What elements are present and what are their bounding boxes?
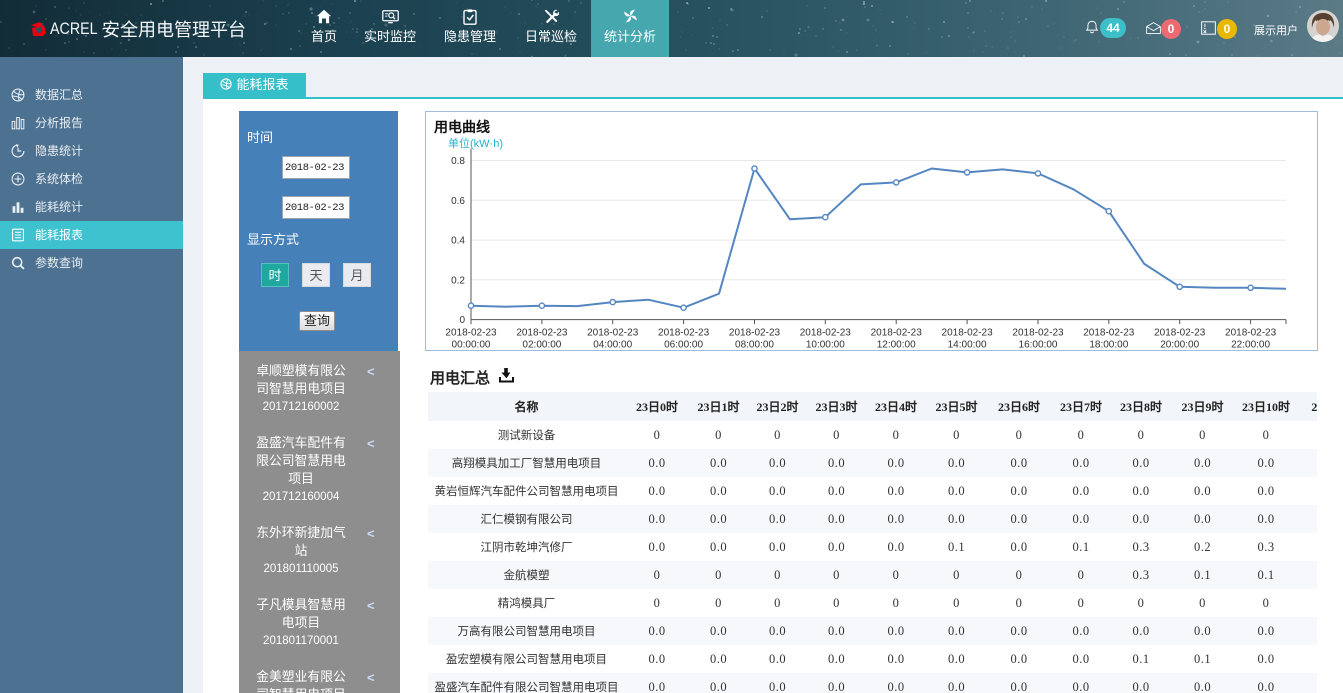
svg-text:16:00:00: 16:00:00 xyxy=(1019,340,1058,350)
svg-text:2018-02-23: 2018-02-23 xyxy=(871,328,923,339)
svg-text:10:00:00: 10:00:00 xyxy=(806,340,845,350)
svg-text:06:00:00: 06:00:00 xyxy=(664,340,703,350)
svg-text:12:00:00: 12:00:00 xyxy=(877,340,916,350)
svg-text:用电曲线: 用电曲线 xyxy=(434,119,490,135)
svg-text:2018-02-23: 2018-02-23 xyxy=(1225,328,1277,339)
svg-text:18:00:00: 18:00:00 xyxy=(1089,340,1128,350)
svg-text:20:00:00: 20:00:00 xyxy=(1160,340,1199,350)
svg-text:0.8: 0.8 xyxy=(451,156,465,167)
svg-text:2018-02-23: 2018-02-23 xyxy=(942,328,994,339)
svg-text:00:00:00: 00:00:00 xyxy=(452,340,491,350)
svg-text:22:00:00: 22:00:00 xyxy=(1231,340,1270,350)
svg-text:2018-02-23: 2018-02-23 xyxy=(587,328,639,339)
svg-text:2018-02-23: 2018-02-23 xyxy=(1154,328,1206,339)
svg-text:0.2: 0.2 xyxy=(451,275,465,286)
svg-text:2018-02-23: 2018-02-23 xyxy=(1083,328,1135,339)
svg-text:单位(kW·h): 单位(kW·h) xyxy=(448,136,503,150)
svg-text:0.6: 0.6 xyxy=(451,196,465,207)
svg-text:2018-02-23: 2018-02-23 xyxy=(1012,328,1064,339)
svg-text:08:00:00: 08:00:00 xyxy=(735,340,774,350)
svg-text:0.4: 0.4 xyxy=(451,236,465,247)
svg-text:2018-02-23: 2018-02-23 xyxy=(516,328,568,339)
svg-text:02:00:00: 02:00:00 xyxy=(522,340,561,350)
svg-text:2018-02-23: 2018-02-23 xyxy=(658,328,710,339)
svg-text:2018-02-23: 2018-02-23 xyxy=(445,328,497,339)
svg-text:0: 0 xyxy=(459,315,465,326)
svg-text:04:00:00: 04:00:00 xyxy=(593,340,632,350)
svg-text:2018-02-23: 2018-02-23 xyxy=(729,328,781,339)
svg-text:2018-02-23: 2018-02-23 xyxy=(800,328,852,339)
svg-text:14:00:00: 14:00:00 xyxy=(948,340,987,350)
